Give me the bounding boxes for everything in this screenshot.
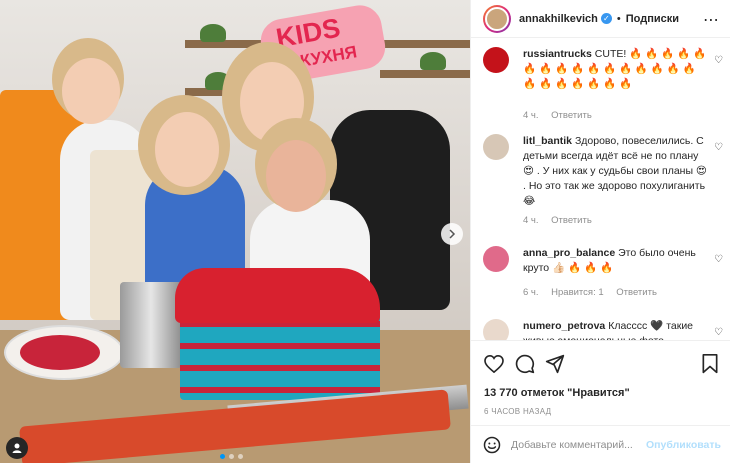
share-button[interactable]	[544, 353, 566, 375]
comment-button[interactable]	[514, 353, 536, 375]
comment-like-icon[interactable]: ♡	[714, 327, 723, 338]
person-face	[155, 112, 219, 187]
comment-text: anna_pro_balance Это было очень круто 👍🏻…	[523, 246, 711, 276]
post-panel: annakhilkevich ✓ • Подписки ⋯ russiantru…	[470, 0, 730, 463]
person-face	[62, 58, 120, 124]
post-header: annakhilkevich ✓ • Подписки ⋯	[471, 0, 730, 38]
carousel-dot	[220, 454, 225, 459]
comment-meta: 6 ч. Нравится: 1 Ответить	[523, 287, 667, 298]
like-button[interactable]	[483, 353, 505, 375]
comment-like-icon[interactable]: ♡	[714, 55, 723, 66]
comment-icon	[515, 354, 535, 374]
share-icon	[545, 354, 565, 374]
bookmark-icon	[702, 354, 718, 374]
user-icon	[12, 443, 22, 453]
comment-meta: 4 ч. Ответить	[523, 110, 602, 121]
commenter-avatar[interactable]	[483, 134, 509, 160]
comment-meta: 4 ч. Ответить	[523, 215, 602, 226]
comment-item: numero_petrova Класссс 🖤 такие живые эмо…	[483, 319, 723, 340]
tagged-users-button[interactable]	[6, 437, 28, 459]
comment-item: russiantrucks CUTE! 🔥 🔥 🔥 🔥 🔥 🔥 🔥 🔥 🔥 🔥 …	[483, 47, 723, 121]
post-time[interactable]: 6 ЧАСОВ НАЗАД	[484, 407, 551, 416]
following-button[interactable]: Подписки	[626, 13, 679, 25]
comment-username[interactable]: russiantrucks	[523, 48, 592, 60]
publish-button[interactable]: Опубликовать	[646, 439, 721, 451]
carousel-dot	[238, 454, 243, 459]
comments-list: russiantrucks CUTE! 🔥 🔥 🔥 🔥 🔥 🔥 🔥 🔥 🔥 🔥 …	[471, 39, 730, 340]
comment-time: 4 ч.	[523, 215, 539, 226]
comment-item: anna_pro_balance Это было очень круто 👍🏻…	[483, 246, 723, 306]
carousel-dots	[220, 454, 243, 459]
person-face	[266, 140, 326, 212]
comment-likes[interactable]: Нравится: 1	[551, 287, 603, 298]
carousel-dot	[229, 454, 234, 459]
comment-composer: Опубликовать	[471, 425, 730, 463]
header-separator: •	[616, 12, 621, 25]
verified-icon: ✓	[600, 13, 612, 24]
comment-input[interactable]	[511, 438, 646, 451]
post-actions	[471, 340, 730, 385]
comment-text: russiantrucks CUTE! 🔥 🔥 🔥 🔥 🔥 🔥 🔥 🔥 🔥 🔥 …	[523, 47, 711, 92]
author-username[interactable]: annakhilkevich	[519, 13, 598, 25]
comment-text: litl_bantik Здорово, повеселились. С дет…	[523, 134, 711, 209]
cake-slice-decor	[20, 335, 100, 370]
emoji-button[interactable]	[483, 435, 501, 455]
emoji-icon	[483, 436, 501, 453]
reply-button[interactable]: Ответить	[616, 287, 657, 298]
commenter-avatar[interactable]	[483, 319, 509, 340]
likes-count[interactable]: 13 770 отметок "Нравится"	[484, 387, 630, 399]
comment-text: numero_petrova Класссс 🖤 такие живые эмо…	[523, 319, 711, 340]
comment-username[interactable]: numero_petrova	[523, 320, 605, 332]
heart-icon	[484, 355, 504, 373]
comment-username[interactable]: litl_bantik	[523, 135, 572, 147]
commenter-avatar[interactable]	[483, 246, 509, 272]
comment-time: 6 ч.	[523, 287, 539, 298]
next-slide-button[interactable]	[441, 223, 463, 245]
reply-button[interactable]: Ответить	[551, 110, 592, 121]
utensil-holder-decor	[120, 282, 182, 368]
comment-item: litl_bantik Здорово, повеселились. С дет…	[483, 134, 723, 234]
comment-like-icon[interactable]: ♡	[714, 142, 723, 153]
save-button[interactable]	[699, 353, 721, 375]
reply-button[interactable]: Ответить	[551, 215, 592, 226]
commenter-avatar[interactable]	[483, 47, 509, 73]
comment-like-icon[interactable]: ♡	[714, 254, 723, 265]
instagram-post: KIDS КУХНЯ annakhilkevich ✓ • Подписки ⋯…	[0, 0, 730, 463]
post-media[interactable]: KIDS КУХНЯ	[0, 0, 470, 463]
shelf-decor	[380, 70, 470, 78]
plant-decor	[420, 52, 446, 70]
cake-top-decor	[175, 268, 380, 323]
author-avatar[interactable]	[483, 4, 511, 33]
plant-decor	[200, 24, 226, 42]
chevron-right-icon	[449, 229, 456, 239]
more-horizontal-icon[interactable]: ⋯	[703, 10, 719, 30]
comment-username[interactable]: anna_pro_balance	[523, 247, 615, 259]
comment-time: 4 ч.	[523, 110, 539, 121]
